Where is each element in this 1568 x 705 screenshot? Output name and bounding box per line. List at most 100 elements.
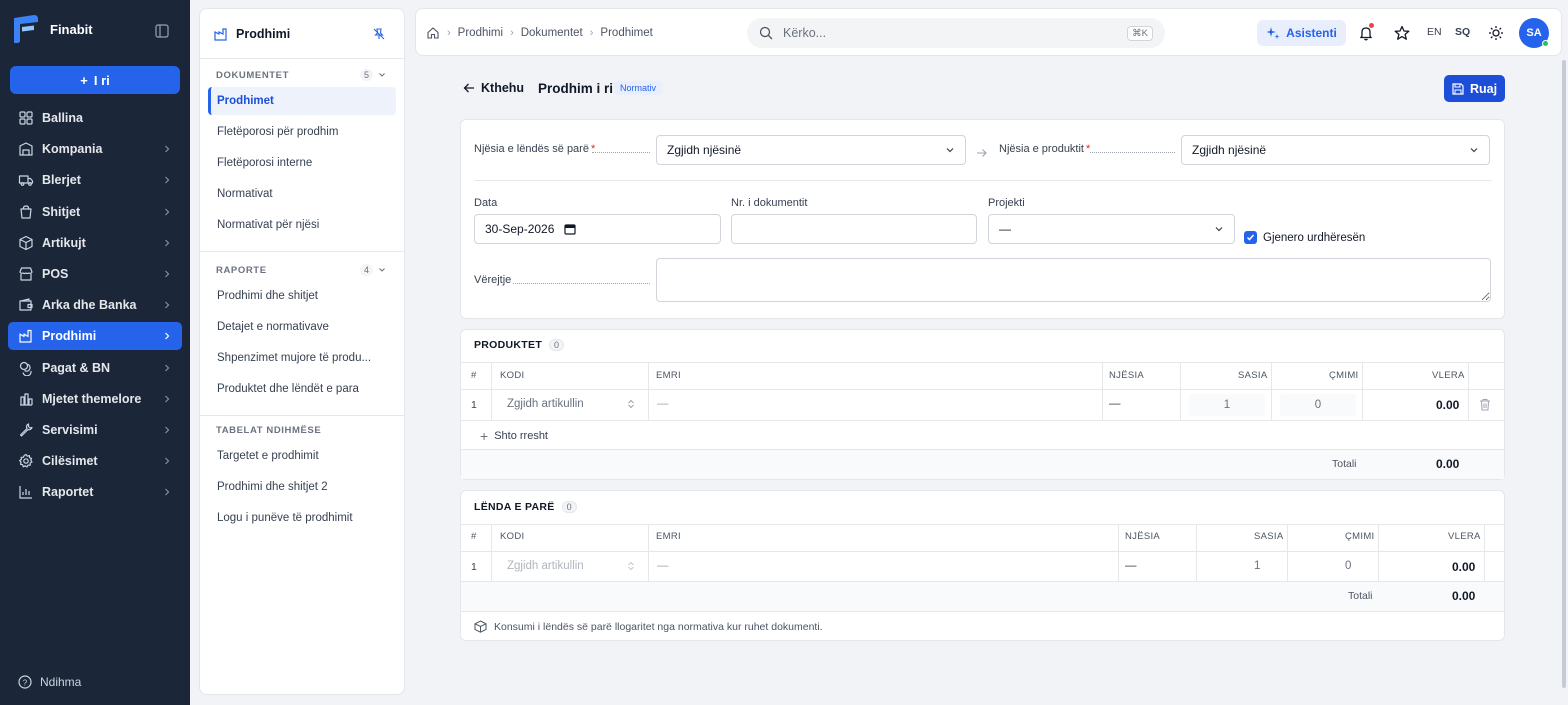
search-input[interactable] <box>783 26 1118 40</box>
col-header: NJËSIA <box>1125 531 1161 542</box>
subnav-item[interactable]: Prodhimi dhe shitjet 2 <box>208 473 396 501</box>
sidebar-item-pagat-bn[interactable]: Pagat & BN <box>8 354 182 382</box>
sidebar-item-kompania[interactable]: Kompania <box>8 135 182 163</box>
new-button[interactable]: + I ri <box>10 66 180 94</box>
subnav-item[interactable]: Logu i punëve të prodhimit <box>208 504 396 532</box>
sidebar-item-mjetet-themelore[interactable]: Mjetet themelore <box>8 385 182 413</box>
arrow-left-icon <box>463 82 475 94</box>
item-picker[interactable]: Zgjidh artikullin <box>507 398 635 410</box>
price-input[interactable]: 0 <box>1280 394 1356 416</box>
subnav-item[interactable]: Normativat <box>208 180 396 208</box>
col-header: ÇMIMI <box>1329 370 1359 381</box>
sidebar-item-artikujt[interactable]: Artikujt <box>8 229 182 257</box>
notes-textarea[interactable] <box>656 258 1491 302</box>
help-link[interactable]: ? Ndihma <box>18 675 81 689</box>
sidebar-item-prodhimi[interactable]: Prodhimi <box>8 322 182 351</box>
qty-input[interactable]: 1 <box>1189 394 1265 416</box>
total-value: 0.00 <box>1452 589 1476 603</box>
breadcrumb-separator: › <box>510 27 514 39</box>
sidebar-item-label: Raportet <box>42 485 94 500</box>
sidebar-nav: Ballina Kompania Blerjet Shitjet Artikujt POS… <box>8 104 182 509</box>
chevron-right-icon <box>162 238 172 248</box>
sidebar-item-label: Pagat & BN <box>42 360 111 375</box>
product-unit-select[interactable]: Zgjidh njësinë <box>1181 135 1490 165</box>
sidebar-item-raportet[interactable]: Raportet <box>8 478 182 506</box>
col-header: EMRI <box>656 531 681 542</box>
factory-icon <box>214 27 228 41</box>
sun-icon[interactable] <box>1488 25 1504 41</box>
brand[interactable]: Finabit <box>12 14 93 44</box>
sidebar-item-ballina[interactable]: Ballina <box>8 104 182 132</box>
price-value: 0 <box>1345 560 1352 572</box>
assistant-button[interactable]: Asistenti <box>1257 20 1346 46</box>
subnav-section-title[interactable]: RAPORTE <box>216 265 267 276</box>
chevron-down-icon[interactable] <box>378 266 386 274</box>
item-picker[interactable]: Zgjidh artikullin <box>507 560 635 572</box>
breadcrumb-item[interactable]: Prodhimi <box>458 27 503 39</box>
raw-unit-label: Njësia e lëndës së parë * <box>474 143 595 155</box>
docnum-label: Nr. i dokumentit <box>731 197 808 209</box>
raw-unit-select[interactable]: Zgjidh njësinë <box>656 135 966 165</box>
docnum-input[interactable] <box>731 214 977 244</box>
subnav-item[interactable]: Detajet e normativave <box>208 313 396 341</box>
subnav-item[interactable]: Prodhimet <box>208 87 396 115</box>
add-row-button[interactable]: + Shto rresht <box>480 428 548 444</box>
sidebar-item-arka-dhe-banka[interactable]: Arka dhe Banka <box>8 291 182 319</box>
unpin-icon[interactable] <box>372 27 386 41</box>
calendar-icon[interactable] <box>564 223 576 235</box>
lang-en[interactable]: EN <box>1427 26 1442 38</box>
chevron-down-icon[interactable] <box>378 71 386 79</box>
project-select[interactable]: — <box>988 214 1235 244</box>
raw-unit-value: Zgjidh njësinë <box>667 143 742 157</box>
consumption-info-text: Konsumi i lëndës së parë llogaritet nga … <box>494 620 823 633</box>
generate-order-checkbox[interactable]: Gjenero urdhëresën <box>1244 231 1365 244</box>
divider <box>461 389 1504 390</box>
trash-icon[interactable] <box>1479 398 1491 411</box>
checkmark-icon <box>1244 231 1257 244</box>
subnav-item[interactable]: Shpenzimet mujore të produ... <box>208 344 396 372</box>
star-icon[interactable] <box>1394 25 1410 41</box>
sidebar-item-shitjet[interactable]: Shitjet <box>8 198 182 226</box>
chevron-right-icon <box>162 175 172 185</box>
col-header: # <box>471 370 477 381</box>
consumption-info: Konsumi i lëndës së parë llogaritet nga … <box>474 620 823 633</box>
subnav-item[interactable]: Fletëporosi për prodhim <box>208 118 396 146</box>
date-label: Data <box>474 197 498 209</box>
date-input[interactable]: 30-Sep-2026 <box>474 214 721 244</box>
subnav-item[interactable]: Targetet e prodhimit <box>208 442 396 470</box>
save-label: Ruaj <box>1469 81 1498 96</box>
breadcrumb-item[interactable]: Dokumentet <box>521 27 583 39</box>
sidebar-item-blerjet[interactable]: Blerjet <box>8 166 182 194</box>
col-divider <box>491 525 492 581</box>
dotted-leader <box>592 152 650 153</box>
subnav-item[interactable]: Produktet dhe lëndët e para <box>208 375 396 403</box>
project-label: Projekti <box>988 197 1025 209</box>
lang-sq[interactable]: SQ <box>1455 26 1470 38</box>
col-divider <box>1484 525 1485 581</box>
subnav-item[interactable]: Fletëporosi interne <box>208 149 396 177</box>
sidebar-item-pos[interactable]: POS <box>8 260 182 288</box>
col-divider <box>1362 363 1363 420</box>
product-unit-value: Zgjidh njësinë <box>1192 143 1267 157</box>
divider <box>461 611 1504 612</box>
chevron-right-icon <box>162 363 172 373</box>
materials-title: LËNDA E PARË 0 <box>474 501 577 513</box>
sidebar-item-servisimi[interactable]: Servisimi <box>8 416 182 444</box>
home-icon[interactable] <box>426 26 440 40</box>
brand-name: Finabit <box>50 21 93 37</box>
sidebar-item-cilësimet[interactable]: Cilësimet <box>8 447 182 475</box>
subnav-item[interactable]: Prodhimi dhe shitjet <box>208 282 396 310</box>
wrench-icon <box>18 422 34 438</box>
chevron-right-icon <box>162 425 172 435</box>
plus-icon: + <box>480 428 489 444</box>
sidebar-collapse-icon[interactable] <box>155 24 171 40</box>
product-unit-label-text: Njësia e produktit <box>999 143 1084 155</box>
col-header: SASIA <box>1238 370 1268 381</box>
subnav-section-title[interactable]: TABELAT NDIHMËSE <box>216 425 321 436</box>
products-title-text: PRODUKTET <box>474 339 543 351</box>
subnav-item[interactable]: Normativat për njësi <box>208 211 396 239</box>
save-button[interactable]: Ruaj <box>1444 75 1505 102</box>
page-scrollbar[interactable] <box>1562 60 1566 688</box>
subnav-section-title[interactable]: DOKUMENTET <box>216 70 289 81</box>
back-button[interactable]: Kthehu <box>463 81 524 95</box>
